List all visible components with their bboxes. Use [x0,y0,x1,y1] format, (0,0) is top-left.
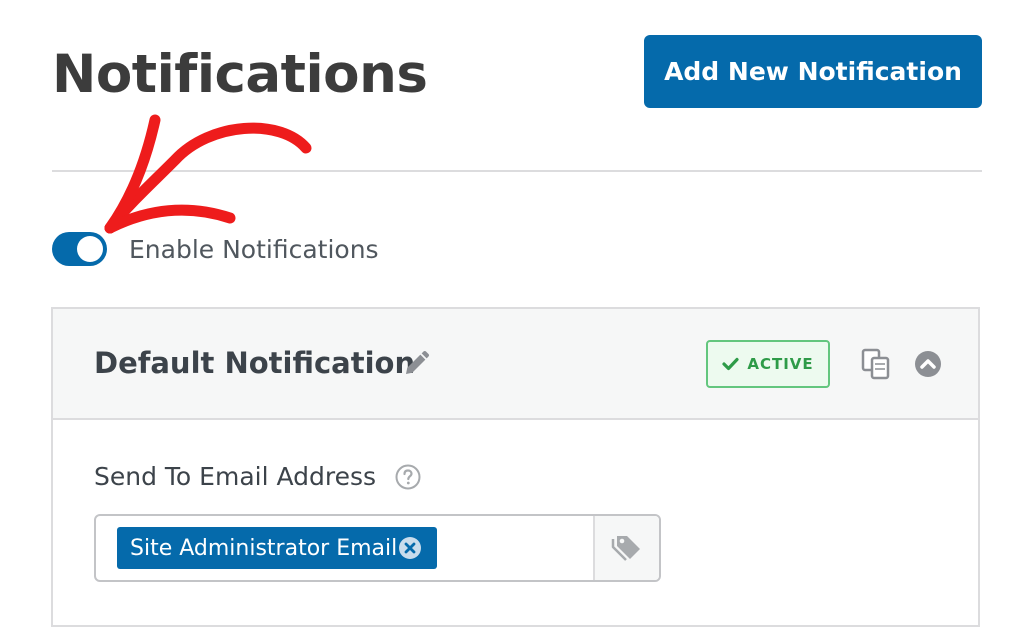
recipient-tag-label: Site Administrator Email [130,535,398,561]
status-badge: ACTIVE [706,340,830,388]
send-to-email-label: Send To Email Address [94,462,377,491]
pencil-icon[interactable] [401,349,431,379]
recipient-tag: Site Administrator Email [117,527,437,569]
question-circle-icon[interactable] [395,464,421,490]
toggle-knob [77,236,103,262]
clone-icon[interactable] [859,347,893,381]
notification-panel: Default Notification ACTIVE Send To Emai… [51,307,980,627]
page-title: Notifications [52,44,428,105]
notification-title: Default Notification [94,346,416,380]
status-text: ACTIVE [747,355,814,373]
close-circle-icon[interactable] [398,536,422,560]
header-divider [52,170,982,172]
send-to-email-field[interactable]: Site Administrator Email [94,514,661,582]
chevron-up-circle-icon[interactable] [914,350,942,378]
notification-panel-header: Default Notification ACTIVE [53,309,978,420]
tags-icon [611,536,640,561]
enable-notifications-toggle[interactable] [52,232,107,266]
check-icon [722,357,739,371]
enable-notifications-label: Enable Notifications [129,235,379,264]
add-new-notification-button[interactable]: Add New Notification [644,35,982,108]
smart-tags-button[interactable] [593,516,659,580]
annotation-arrow [104,114,312,234]
